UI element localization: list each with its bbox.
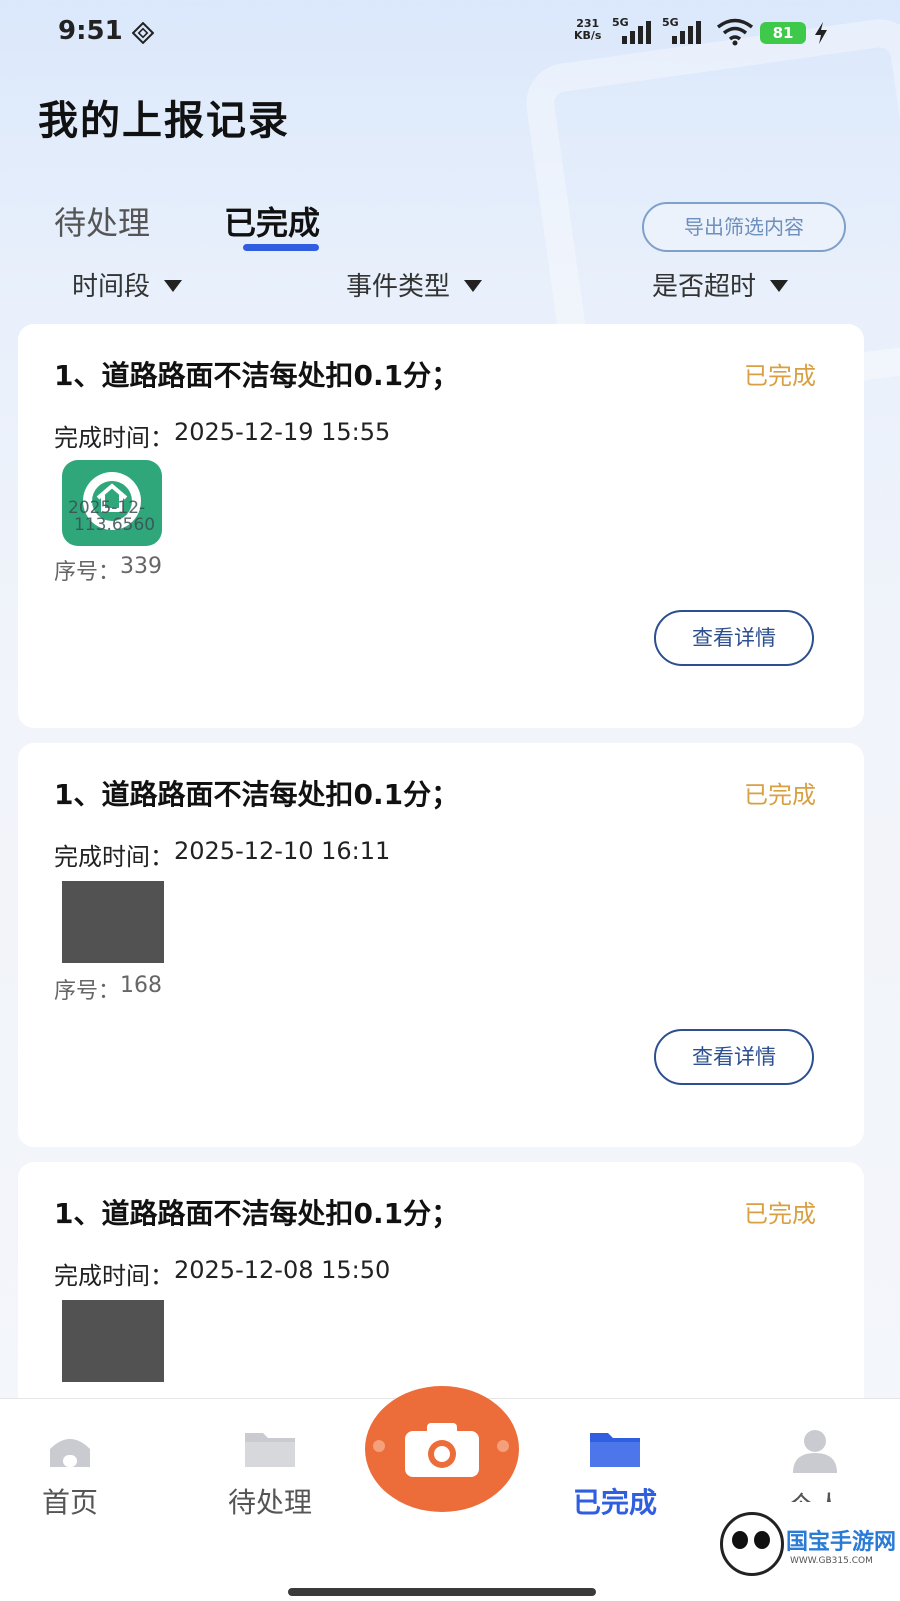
serial-number: 序号： 168 bbox=[54, 973, 162, 1005]
status-badge: 已完成 bbox=[744, 362, 816, 390]
completion-time-label: 完成时间： bbox=[54, 1262, 174, 1290]
nav-completed-label: 已完成 bbox=[572, 1486, 657, 1519]
folder-icon bbox=[590, 1433, 640, 1467]
filter-event-type-label: 事件类型 bbox=[346, 272, 451, 302]
active-tab-indicator bbox=[243, 244, 319, 251]
nav-home-label: 首页 bbox=[41, 1486, 98, 1519]
serial-number-label: 序号： bbox=[54, 560, 121, 585]
thumbnail-watermark: 2025-12- 113.6560 bbox=[68, 500, 155, 534]
record-title: 1、道路路面不洁每处扣0.1分； bbox=[54, 1197, 460, 1230]
completion-time-label: 完成时间： bbox=[54, 843, 174, 871]
panda-logo-icon bbox=[720, 1512, 784, 1576]
filter-event-type[interactable]: 事件类型 bbox=[346, 266, 483, 303]
view-details-button[interactable]: 查看详情 bbox=[654, 610, 814, 666]
record-card[interactable]: 1、道路路面不洁每处扣0.1分； 已完成 完成时间： 2025-12-10 16… bbox=[18, 743, 864, 1147]
home-indicator[interactable] bbox=[288, 1588, 596, 1596]
status-badge: 已完成 bbox=[744, 781, 816, 809]
nav-completed[interactable]: 已完成 bbox=[545, 1429, 685, 1521]
page-title: 我的上报记录 bbox=[38, 98, 290, 144]
user-icon bbox=[793, 1430, 837, 1473]
status-time: 9:51 bbox=[58, 16, 123, 46]
net-speed: 231 KB/s bbox=[574, 18, 601, 42]
charging-icon bbox=[815, 22, 827, 44]
nav-pending[interactable]: 待处理 bbox=[200, 1429, 340, 1521]
photo-thumbnail[interactable] bbox=[62, 1300, 164, 1382]
record-title: 1、道路路面不洁每处扣0.1分； bbox=[54, 778, 460, 811]
view-details-button[interactable]: 查看详情 bbox=[654, 1029, 814, 1085]
site-watermark: 国宝手游网 WWW.GB315.COM bbox=[706, 1502, 896, 1594]
record-title: 1、道路路面不洁每处扣0.1分； bbox=[54, 359, 460, 392]
serial-number-value: 168 bbox=[120, 973, 163, 998]
status-badge: 已完成 bbox=[744, 1200, 816, 1228]
status-bar: 9:51 231 KB/s 5G 5G 81 bbox=[0, 0, 900, 70]
photo-thumbnail[interactable] bbox=[62, 881, 164, 963]
dropdown-arrow-icon bbox=[164, 279, 183, 292]
battery-icon: 81 bbox=[760, 22, 806, 44]
filter-overtime[interactable]: 是否超时 bbox=[652, 266, 789, 303]
serial-number-label: 序号： bbox=[54, 979, 121, 1004]
serial-number-value: 339 bbox=[120, 554, 163, 579]
camera-button[interactable] bbox=[365, 1386, 519, 1512]
filter-time-range[interactable]: 时间段 bbox=[72, 266, 183, 303]
panda-eye bbox=[754, 1531, 770, 1549]
nav-pending-label: 待处理 bbox=[227, 1486, 312, 1519]
completion-time-label: 完成时间： bbox=[54, 424, 174, 452]
completion-time: 完成时间： 2025-12-08 15:50 bbox=[54, 1256, 390, 1291]
completion-time-value: 2025-12-08 15:50 bbox=[174, 1256, 391, 1284]
watermark-url: WWW.GB315.COM bbox=[790, 1556, 873, 1566]
dropdown-arrow-icon bbox=[770, 279, 789, 292]
filter-overtime-label: 是否超时 bbox=[652, 272, 757, 302]
vpn-icon bbox=[132, 22, 154, 44]
nav-home[interactable]: 首页 bbox=[0, 1429, 140, 1521]
folder-icon bbox=[245, 1433, 295, 1467]
watermark-brand: 国宝手游网 bbox=[786, 1530, 897, 1555]
signal-icon bbox=[622, 21, 651, 44]
record-card[interactable]: 1、道路路面不洁每处扣0.1分； 已完成 完成时间： 2025-12-19 15… bbox=[18, 324, 864, 728]
camera-button-dot bbox=[497, 1440, 509, 1452]
signal-icon bbox=[672, 21, 701, 44]
filter-time-range-label: 时间段 bbox=[72, 272, 151, 302]
serial-number: 序号： 339 bbox=[54, 554, 162, 586]
thumbnail-watermark-line2: 113.6560 bbox=[74, 515, 156, 535]
tab-pending[interactable]: 待处理 bbox=[54, 198, 150, 244]
completion-time-value: 2025-12-10 16:11 bbox=[174, 837, 391, 865]
net-speed-unit: KB/s bbox=[574, 29, 602, 42]
photo-thumbnail[interactable]: 2025-12- 113.6560 bbox=[62, 460, 162, 546]
panda-eye bbox=[732, 1531, 748, 1549]
completion-time: 完成时间： 2025-12-10 16:11 bbox=[54, 837, 390, 872]
home-icon bbox=[50, 1439, 90, 1467]
camera-button-dot bbox=[373, 1440, 385, 1452]
tab-completed[interactable]: 已完成 bbox=[224, 198, 320, 244]
dropdown-arrow-icon bbox=[464, 279, 483, 292]
completion-time-value: 2025-12-19 15:55 bbox=[174, 418, 391, 446]
export-filtered-button[interactable]: 导出筛选内容 bbox=[642, 202, 846, 252]
wifi-icon bbox=[716, 18, 754, 46]
completion-time: 完成时间： 2025-12-19 15:55 bbox=[54, 418, 390, 453]
camera-icon bbox=[405, 1423, 479, 1477]
